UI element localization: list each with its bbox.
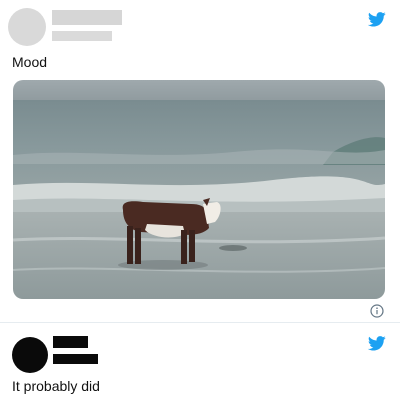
tweet-card[interactable]: Mood [0, 0, 400, 322]
info-icon[interactable] [370, 304, 384, 318]
tweet-photo[interactable] [13, 80, 385, 299]
tweet-text: It probably did [12, 378, 100, 394]
twitter-bird-icon[interactable] [368, 336, 386, 351]
avatar[interactable] [8, 8, 46, 46]
tweet-text: Mood [12, 54, 48, 70]
redacted-handle [52, 31, 112, 41]
tweet-divider [0, 322, 400, 323]
avatar[interactable] [12, 337, 48, 373]
redacted-handle [53, 354, 98, 364]
twitter-bird-icon[interactable] [368, 12, 386, 27]
redacted-display-name [52, 10, 122, 25]
cow-on-beach-photo [13, 80, 385, 299]
redacted-display-name [53, 336, 88, 348]
tweet-card[interactable]: It probably did [0, 324, 400, 406]
